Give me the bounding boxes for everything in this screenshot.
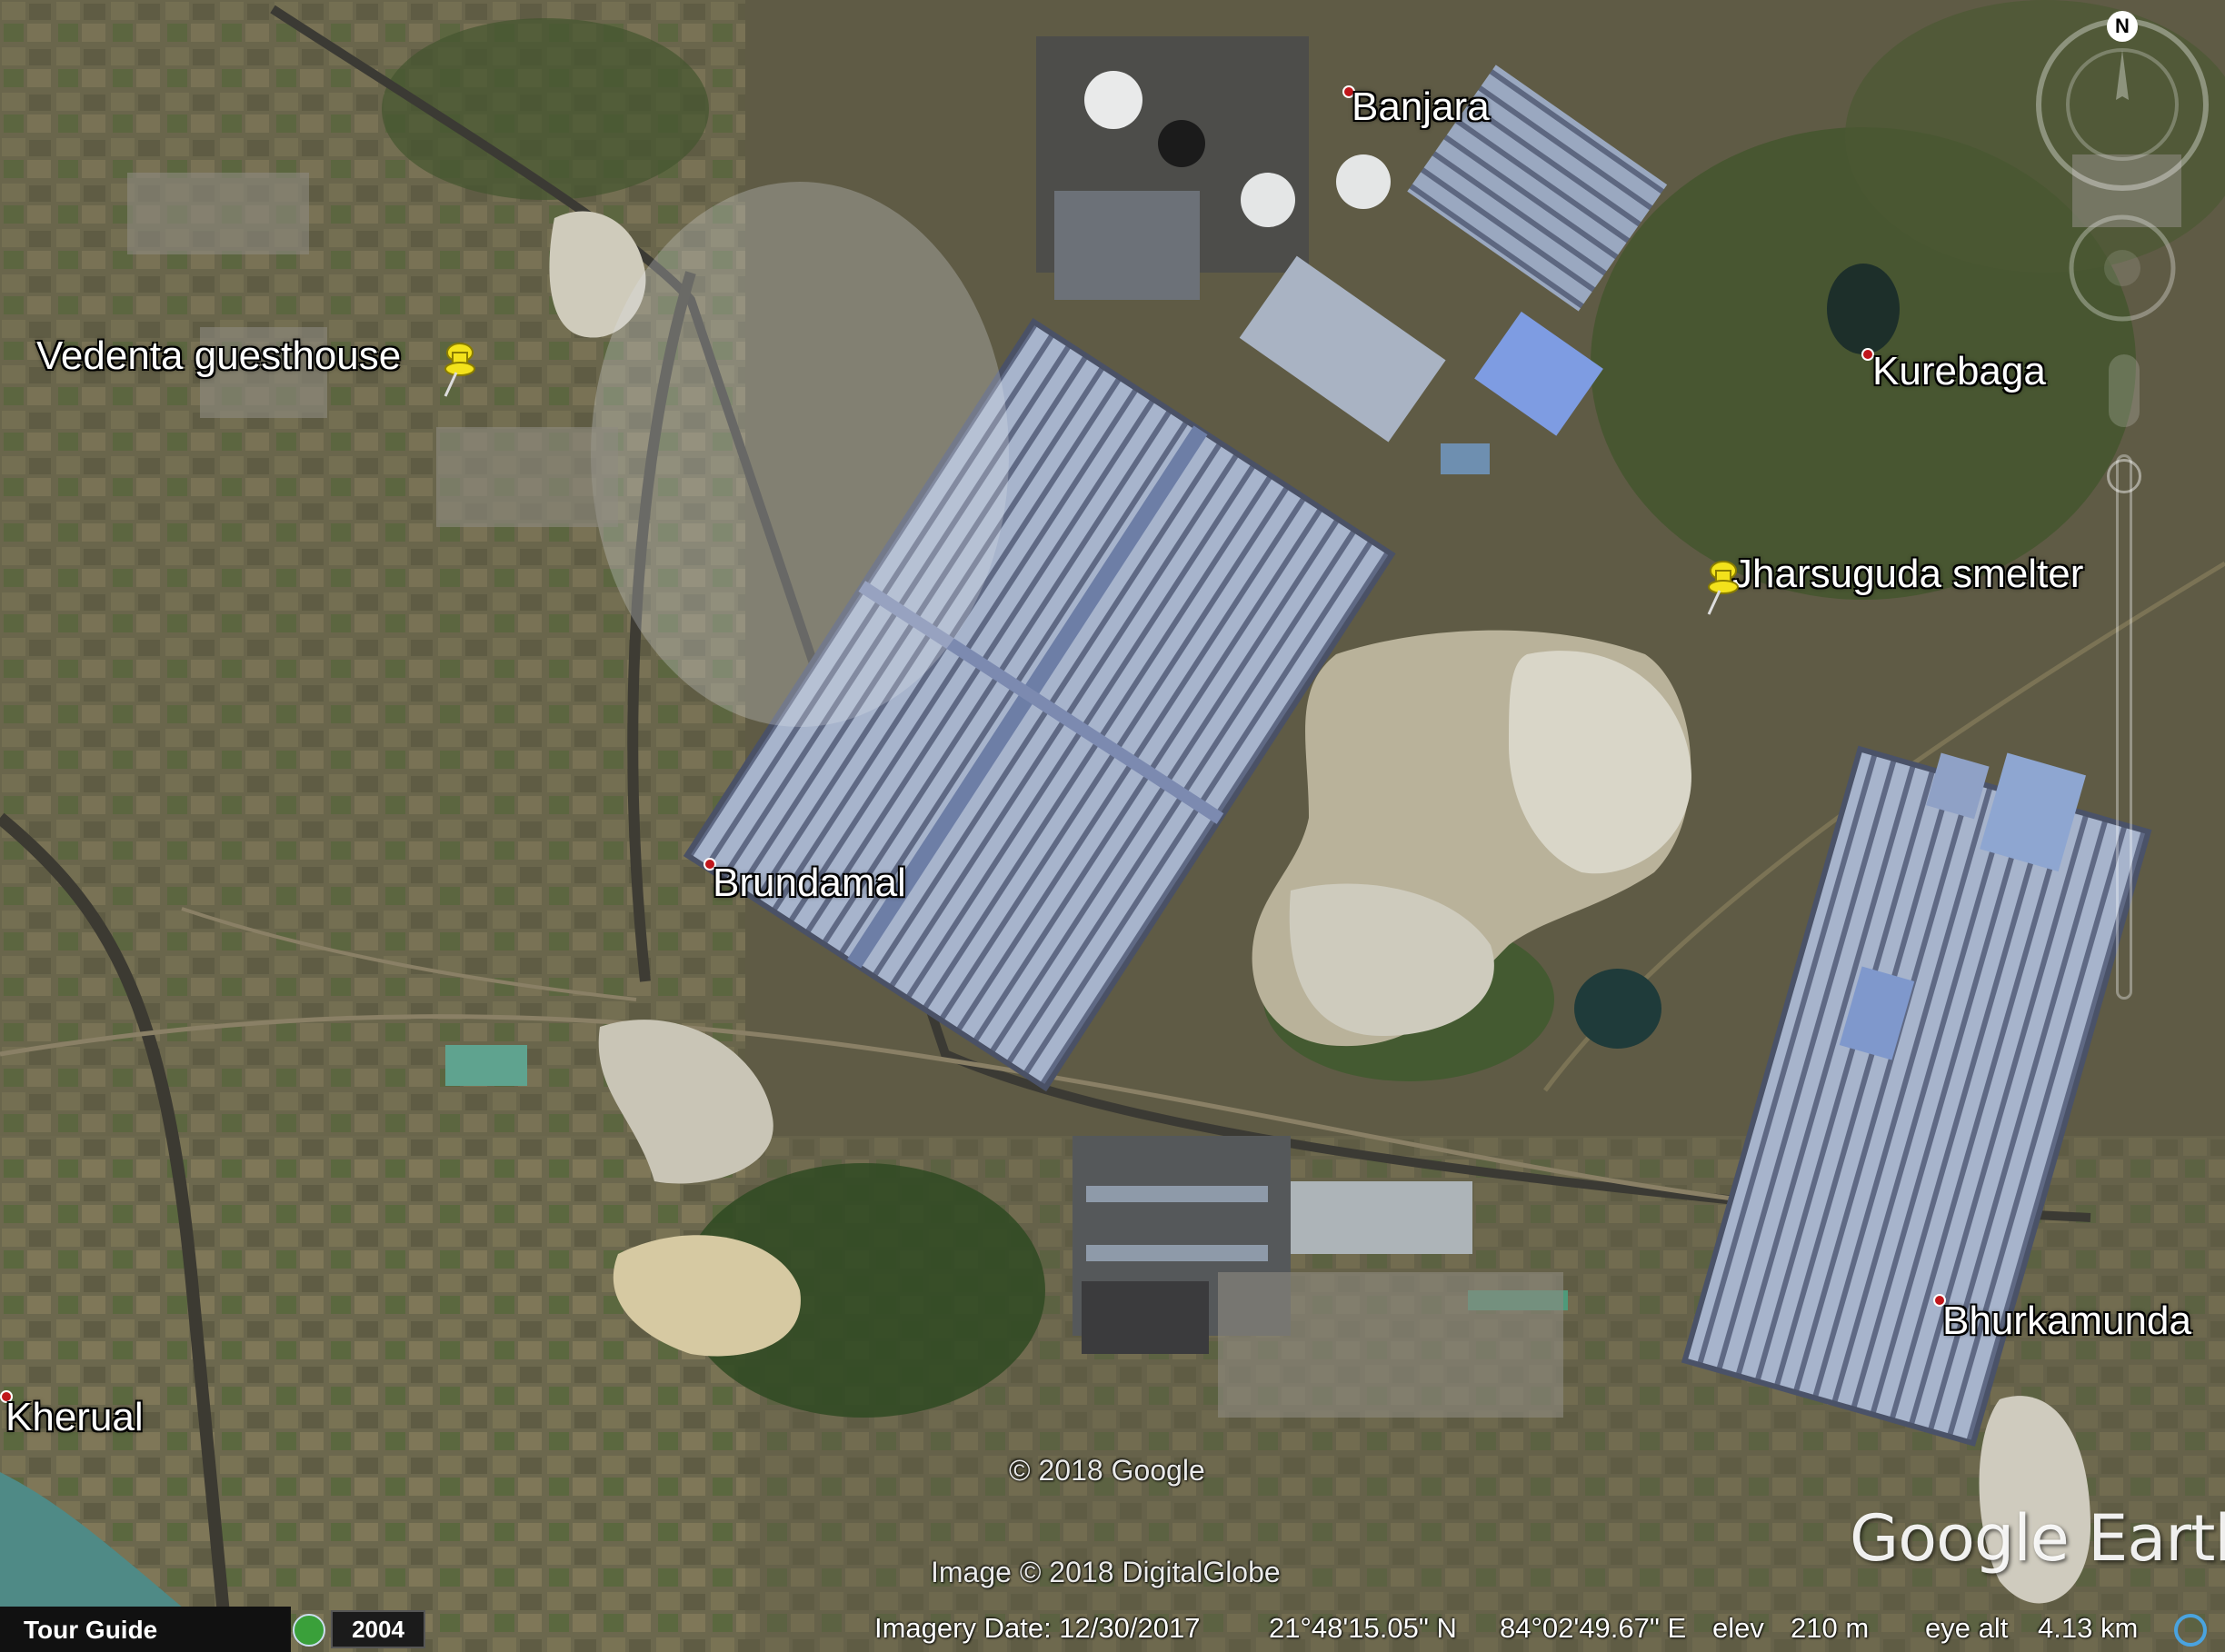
place-label-kurebaga[interactable]: Kurebaga	[1872, 352, 2046, 392]
historical-imagery-clock-icon[interactable]	[293, 1614, 325, 1647]
street-view-icon[interactable]	[2109, 354, 2140, 427]
latitude-readout: 21°48'15.05" N	[1269, 1612, 1457, 1644]
status-bar: Tour Guide 2004 Imagery Date: 12/30/2017…	[0, 1607, 2225, 1652]
google-earth-logo: Google Earth	[1850, 1501, 2225, 1576]
place-label-bhurkamunda[interactable]: Bhurkamunda	[1942, 1301, 2191, 1341]
eye-alt-label: eye alt	[1925, 1612, 2009, 1644]
place-label-kherual[interactable]: Kherual	[5, 1398, 144, 1438]
imagery-credit-text: Image © 2018 DigitalGlobe	[931, 1556, 1281, 1588]
imagery-date: Imagery Date: 12/30/2017	[874, 1612, 1201, 1644]
place-label-banjara[interactable]: Banjara	[1352, 87, 1490, 127]
north-icon[interactable]: N	[2107, 11, 2138, 42]
pushpin-icon[interactable]	[434, 340, 478, 400]
elevation-label: elev	[1712, 1612, 1764, 1644]
tour-guide-label: Tour Guide	[24, 1616, 158, 1644]
satellite-imagery[interactable]	[0, 0, 2225, 1652]
look-control[interactable]	[2063, 209, 2181, 327]
copyright-text: © 2018 Google	[1009, 1454, 1205, 1487]
zoom-slider[interactable]	[2116, 454, 2132, 1000]
tour-guide-button[interactable]: Tour Guide	[0, 1607, 291, 1652]
place-label-brundamal[interactable]: Brundamal	[713, 863, 906, 903]
placemark-label-jharsuguda-smelter[interactable]: Jharsuguda smelter	[1732, 554, 2083, 594]
pushpin-icon[interactable]	[1698, 558, 1741, 618]
elevation-value: 210 m	[1791, 1612, 1870, 1644]
longitude-readout: 84°02'49.67" E	[1500, 1612, 1687, 1644]
north-label: N	[2115, 15, 2130, 37]
eye-alt-value: 4.13 km	[2038, 1612, 2139, 1644]
placemark-label-vedenta-guesthouse[interactable]: Vedenta guesthouse	[36, 336, 401, 376]
streaming-progress-icon	[2174, 1614, 2207, 1647]
historical-imagery-year[interactable]: 2004	[331, 1610, 425, 1648]
zoom-slider-thumb[interactable]	[2107, 459, 2141, 493]
